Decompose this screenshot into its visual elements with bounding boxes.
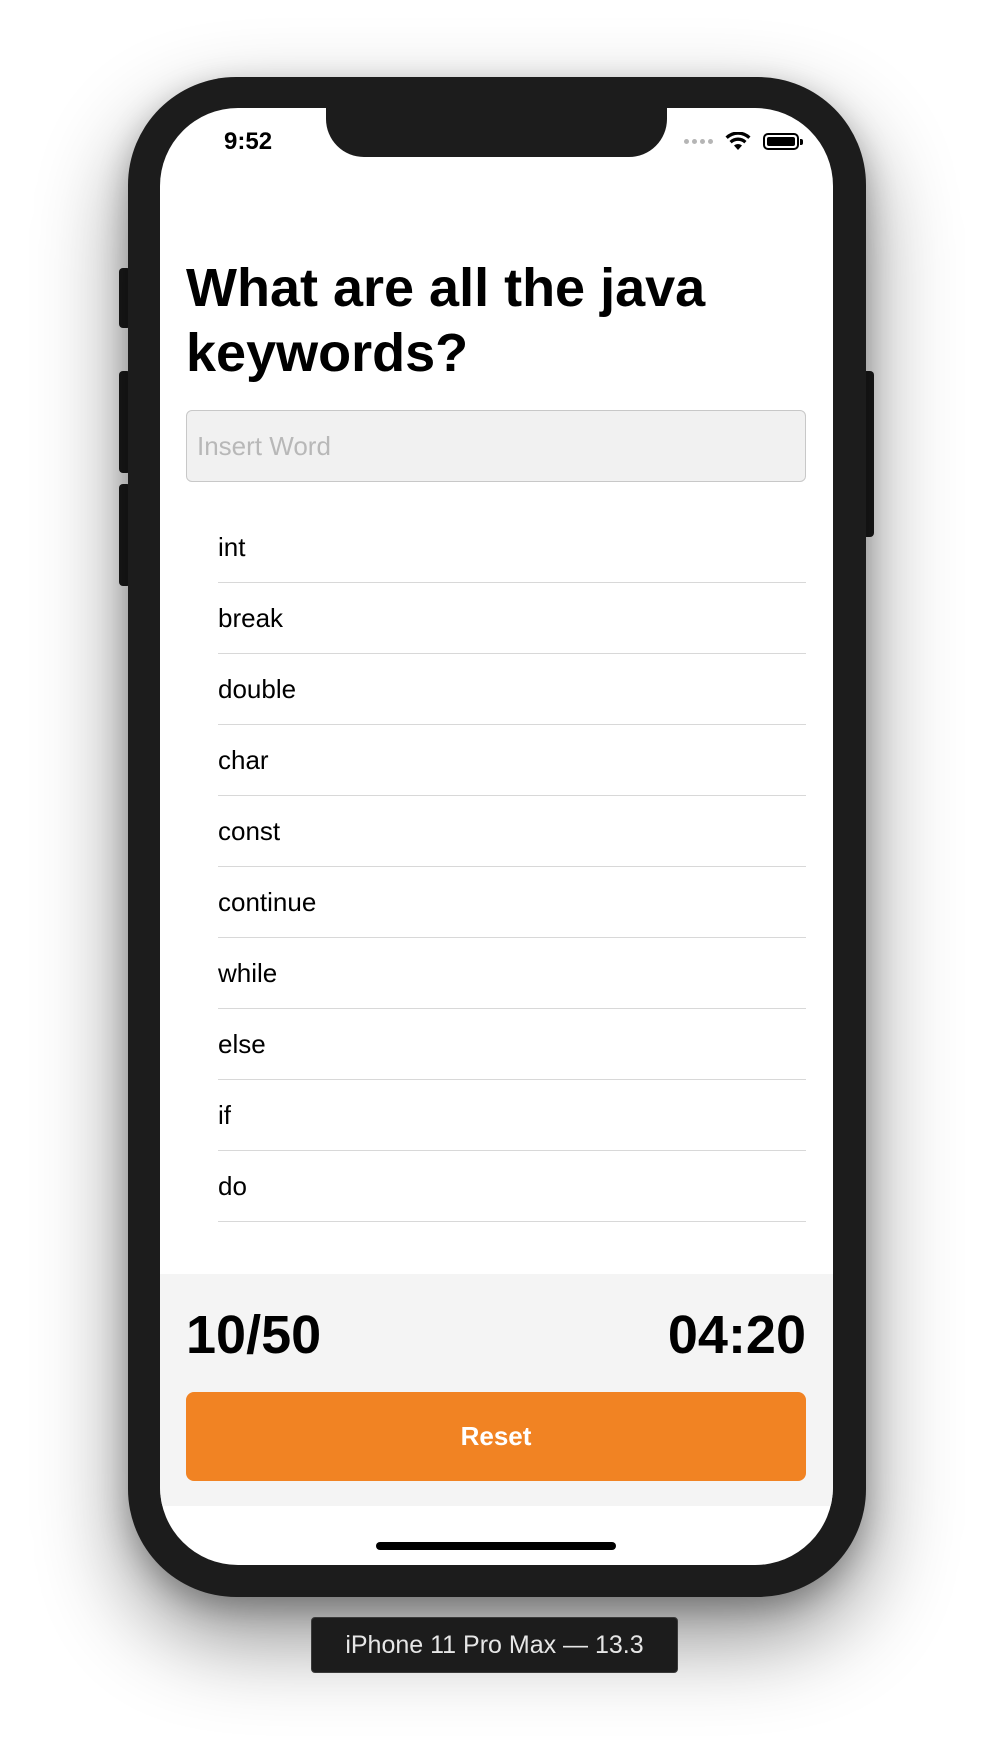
cellular-signal-icon <box>684 139 713 144</box>
score-counter: 10/50 <box>186 1305 322 1365</box>
word-list: int break double char const continue whi… <box>218 512 806 1222</box>
status-time: 9:52 <box>224 128 273 155</box>
word-input[interactable] <box>186 410 806 482</box>
list-item[interactable]: do <box>218 1151 806 1222</box>
list-item[interactable]: while <box>218 938 806 1009</box>
list-item[interactable]: char <box>218 725 806 796</box>
device-label: iPhone 11 Pro Max — 13.3 <box>311 1617 678 1673</box>
countdown-timer: 04:20 <box>667 1305 806 1365</box>
status-icons <box>684 132 803 151</box>
reset-button[interactable]: Reset <box>186 1392 806 1481</box>
list-item[interactable]: double <box>218 654 806 725</box>
list-item[interactable]: int <box>218 512 806 583</box>
simulator-stage: 9:52 What are all the java keywords? int… <box>0 0 992 1746</box>
list-item[interactable]: const <box>218 796 806 867</box>
list-item[interactable]: break <box>218 583 806 654</box>
list-item[interactable]: continue <box>218 867 806 938</box>
notch <box>326 108 667 157</box>
footer-panel: 10/50 04:20 Reset <box>160 1274 833 1506</box>
list-item[interactable]: if <box>218 1080 806 1151</box>
list-item[interactable]: else <box>218 1009 806 1080</box>
battery-icon <box>763 133 803 150</box>
home-indicator[interactable] <box>376 1542 616 1550</box>
question-title: What are all the java keywords? <box>186 258 706 383</box>
wifi-icon <box>725 132 751 150</box>
phone-screen: 9:52 What are all the java keywords? int… <box>160 108 833 1565</box>
